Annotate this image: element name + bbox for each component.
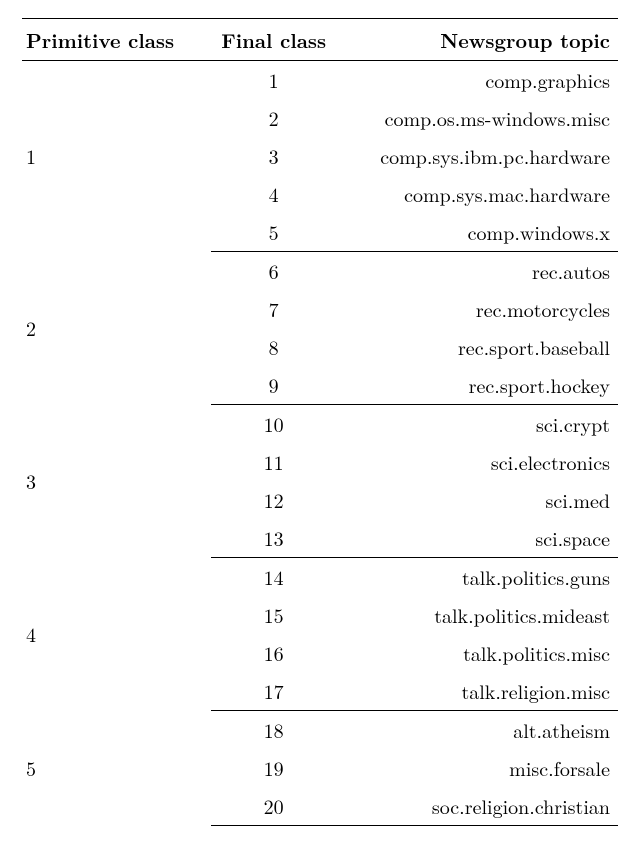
primitive-class-cell: 5 bbox=[22, 711, 211, 826]
final-class-cell: 14 bbox=[211, 558, 337, 597]
final-class-cell: 4 bbox=[211, 175, 337, 213]
newsgroup-topic-cell: rec.motorcycles bbox=[337, 290, 619, 328]
final-class-cell: 11 bbox=[211, 443, 337, 481]
final-class-cell: 8 bbox=[211, 328, 337, 366]
primitive-class-cell: 2 bbox=[22, 252, 211, 405]
newsgroup-topic-cell: soc.religion.christian bbox=[337, 787, 619, 826]
newsgroup-topic-cell: comp.graphics bbox=[337, 61, 619, 100]
table-body: 11comp.graphics2comp.os.ms-windows.misc3… bbox=[22, 61, 618, 826]
table-row: 11comp.graphics bbox=[22, 61, 618, 100]
newsgroup-topic-cell: talk.religion.misc bbox=[337, 672, 619, 711]
newsgroup-topic-cell: comp.windows.x bbox=[337, 213, 619, 252]
final-class-cell: 13 bbox=[211, 519, 337, 558]
final-class-cell: 19 bbox=[211, 749, 337, 787]
final-class-cell: 16 bbox=[211, 634, 337, 672]
final-class-cell: 10 bbox=[211, 405, 337, 444]
final-class-cell: 7 bbox=[211, 290, 337, 328]
newsgroup-topic-cell: talk.politics.guns bbox=[337, 558, 619, 597]
table-row: 518alt.atheism bbox=[22, 711, 618, 750]
newsgroup-topic-cell: sci.electronics bbox=[337, 443, 619, 481]
header-final: Final class bbox=[211, 19, 337, 61]
table-header-row: Primitive class Final class Newsgroup to… bbox=[22, 19, 618, 61]
primitive-class-cell: 1 bbox=[22, 61, 211, 252]
newsgroup-topic-cell: alt.atheism bbox=[337, 711, 619, 750]
newsgroup-topic-cell: talk.politics.misc bbox=[337, 634, 619, 672]
newsgroup-topic-cell: comp.sys.ibm.pc.hardware bbox=[337, 137, 619, 175]
final-class-cell: 5 bbox=[211, 213, 337, 252]
final-class-cell: 17 bbox=[211, 672, 337, 711]
table-row: 26rec.autos bbox=[22, 252, 618, 291]
final-class-cell: 20 bbox=[211, 787, 337, 826]
final-class-cell: 1 bbox=[211, 61, 337, 100]
newsgroup-topic-cell: comp.sys.mac.hardware bbox=[337, 175, 619, 213]
header-primitive: Primitive class bbox=[22, 19, 211, 61]
newsgroup-topic-cell: talk.politics.mideast bbox=[337, 596, 619, 634]
header-topic: Newsgroup topic bbox=[337, 19, 619, 61]
final-class-cell: 2 bbox=[211, 99, 337, 137]
newsgroup-topic-cell: rec.sport.hockey bbox=[337, 366, 619, 405]
newsgroup-topic-cell: sci.med bbox=[337, 481, 619, 519]
final-class-cell: 18 bbox=[211, 711, 337, 750]
table-row: 414talk.politics.guns bbox=[22, 558, 618, 597]
primitive-class-cell: 3 bbox=[22, 405, 211, 558]
newsgroup-topic-cell: comp.os.ms-windows.misc bbox=[337, 99, 619, 137]
final-class-cell: 15 bbox=[211, 596, 337, 634]
final-class-cell: 6 bbox=[211, 252, 337, 291]
newsgroup-table: Primitive class Final class Newsgroup to… bbox=[22, 18, 618, 826]
newsgroup-topic-cell: rec.autos bbox=[337, 252, 619, 291]
table-row: 310sci.crypt bbox=[22, 405, 618, 444]
final-class-cell: 12 bbox=[211, 481, 337, 519]
newsgroup-topic-cell: misc.forsale bbox=[337, 749, 619, 787]
newsgroup-topic-cell: sci.space bbox=[337, 519, 619, 558]
final-class-cell: 9 bbox=[211, 366, 337, 405]
newsgroup-topic-cell: rec.sport.baseball bbox=[337, 328, 619, 366]
final-class-cell: 3 bbox=[211, 137, 337, 175]
newsgroup-topic-cell: sci.crypt bbox=[337, 405, 619, 444]
primitive-class-cell: 4 bbox=[22, 558, 211, 711]
